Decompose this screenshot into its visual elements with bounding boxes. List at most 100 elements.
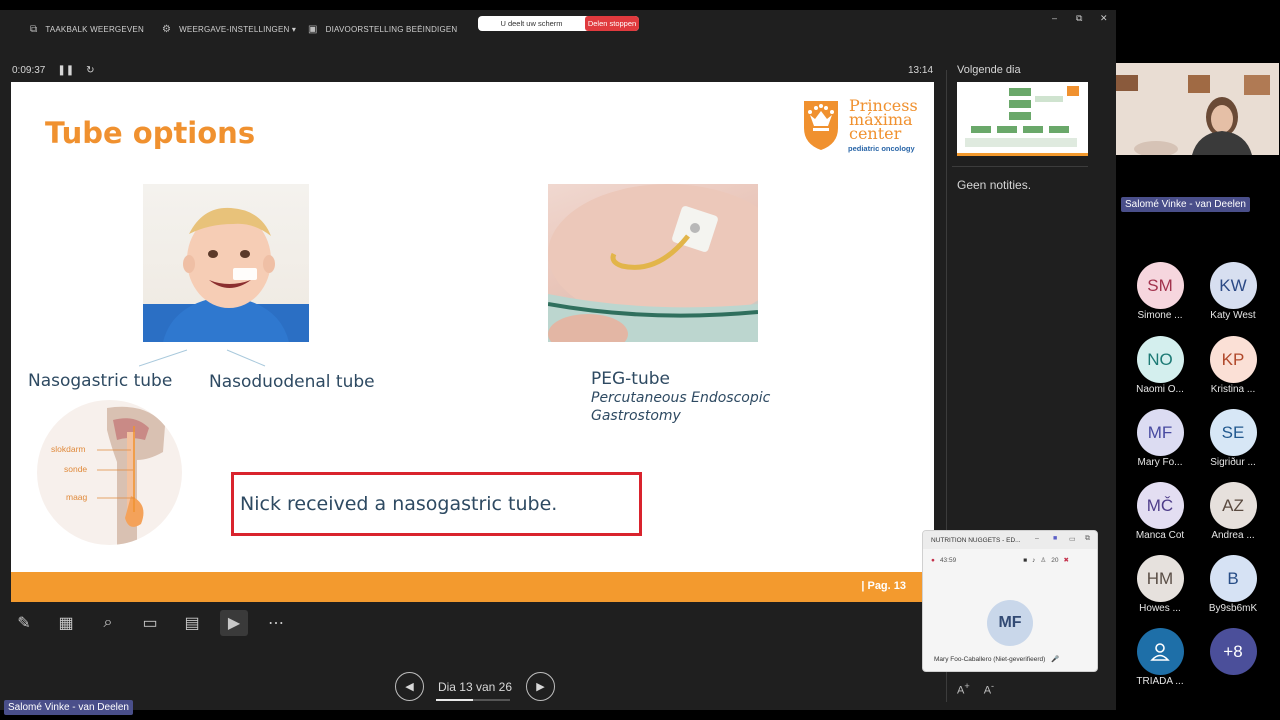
sharing-text: U deelt uw scherm [500, 19, 563, 28]
slide-page-number: | Pag. 13 [861, 580, 906, 592]
speaker-avatar: MF [987, 600, 1033, 646]
presenter-name-tag: Salomé Vinke - van Deelen [4, 700, 133, 715]
participant-tile[interactable]: KP Kristina ... [1198, 336, 1268, 395]
camera-toggle-icon[interactable]: ■ [1023, 557, 1027, 564]
popup-view-icon[interactable]: ■ [1053, 535, 1057, 542]
peg-tube-photo [548, 184, 758, 342]
meeting-controls: ● 43:59 ■ ♪ ♙ 20 ✖ [923, 549, 1097, 571]
popup-minimize-icon[interactable]: – [1035, 535, 1039, 542]
nasoduodenal-label: Nasoduodenal tube [209, 372, 375, 392]
next-slide-button[interactable]: ▶ [526, 672, 555, 701]
participant-tile[interactable]: B By9sb6mK [1198, 555, 1268, 614]
popup-layout-icon[interactable]: ▭ [1069, 535, 1076, 543]
stop-sharing-button[interactable]: Delen stoppen [585, 16, 639, 31]
presenter-video[interactable] [1116, 63, 1279, 155]
pause-icon[interactable]: ❚❚ [57, 65, 74, 76]
more-options-icon[interactable]: ⋯ [262, 610, 290, 636]
nasogastric-label: Nasogastric tube [28, 371, 173, 391]
slide-footer-bar: | Pag. 13 [11, 572, 934, 602]
participant-name: Mary Fo... [1137, 457, 1183, 468]
all-slides-icon[interactable]: ▦ [52, 610, 80, 636]
elapsed-time: 0:09:37 [12, 65, 46, 76]
participant-avatar: MF [1136, 409, 1184, 456]
participant-avatar: SM [1136, 262, 1184, 309]
participant-tile[interactable]: SE Sigriður ... [1198, 409, 1268, 468]
participant-name: TRIADA ... [1136, 676, 1184, 687]
next-slide-thumbnail[interactable] [957, 82, 1088, 156]
participant-name: Howes ... [1139, 603, 1181, 614]
taskbar-button[interactable]: ⧉ TAAKBALK WEERGEVEN [30, 24, 144, 35]
subtitles-icon[interactable]: ▤ [178, 610, 206, 636]
participant-tile[interactable]: HM Howes ... [1125, 555, 1195, 614]
video-name-tag: Salomé Vinke - van Deelen [1121, 197, 1250, 212]
participant-avatar: KW [1209, 262, 1257, 309]
display-settings-button[interactable]: ⚙ WEERGAVE-INSTELLINGEN ▾ [162, 24, 296, 35]
restore-icon[interactable]: ⧉ [1076, 13, 1082, 24]
child-nasogastric-photo [143, 184, 309, 342]
presenter-toolbar: ⧉ TAAKBALK WEERGEVEN ⚙ WEERGAVE-INSTELLI… [0, 10, 1116, 48]
presenter-tools: ✎ ▦ ⌕ ▭ ▤ ▶ ⋯ [10, 610, 290, 636]
participant-name: Naomi O... [1136, 384, 1184, 395]
participant-name: Sigriður ... [1210, 457, 1256, 468]
popup-expand-icon[interactable]: ⧉ [1085, 535, 1090, 543]
notes-font-controls: A+ A- [957, 681, 994, 697]
current-slide: Tube options Princess máxima center pedi… [11, 82, 934, 602]
screen-share-indicator: U deelt uw scherm Delen stoppen [478, 16, 639, 31]
screen-annotate-icon[interactable]: ▭ [136, 610, 164, 636]
anatomy-label-esophagus: slokdarm [51, 444, 86, 454]
anatomy-label-tube: sonde [64, 464, 88, 474]
mic-muted-icon: 🎤 [1051, 656, 1060, 663]
reset-timer-icon[interactable]: ↻ [86, 65, 94, 76]
participant-name: Katy West [1210, 310, 1256, 321]
participant-tile[interactable]: SM Simone ... [1125, 262, 1195, 321]
close-icon[interactable]: ✕ [1100, 13, 1108, 24]
anatomy-diagram: slokdarm sonde maag [37, 400, 182, 545]
meeting-duration: 43:59 [939, 556, 957, 564]
participant-tile[interactable]: NO Naomi O... [1125, 336, 1195, 395]
microphone-icon[interactable]: ♪ [1032, 557, 1035, 564]
participant-name: Kristina ... [1210, 384, 1256, 395]
logo-wordmark: Princess máxima center [849, 96, 918, 143]
participant-tile[interactable]: AZ Andrea ... [1198, 482, 1268, 541]
peg-tube-label: PEG-tube [591, 369, 670, 389]
leave-call-icon[interactable]: ✖ [1063, 556, 1068, 564]
participant-name: By9sb6mK [1208, 603, 1258, 614]
participant-name: Andrea ... [1211, 530, 1255, 541]
presenter-view: ⧉ TAAKBALK WEERGEVEN ⚙ WEERGAVE-INSTELLI… [0, 10, 1116, 710]
slide-counter: Dia 13 van 26 [436, 680, 514, 701]
peg-full-name: Percutaneous Endoscopic Gastrostomy [591, 390, 771, 424]
tube-connector-lines [139, 349, 266, 367]
slide-progress-fill [436, 698, 473, 701]
user-icon [1136, 628, 1184, 675]
participant-name: Manca Cot [1135, 530, 1185, 541]
callout-text: Nick received a nasogastric tube. [240, 493, 558, 515]
slideshow-timer: 0:09:37 ❚❚ ↻ [12, 65, 95, 76]
anatomy-label-stomach: maag [66, 492, 88, 502]
participant-avatar: +8 [1209, 628, 1257, 675]
participant-tile[interactable]: +8 [1198, 628, 1268, 675]
previous-slide-button[interactable]: ◀ [395, 672, 424, 701]
participant-tile[interactable]: KW Katy West [1198, 262, 1268, 321]
teams-meeting-popup[interactable]: NUTRITION NUGGETS - ED... – ■ ▭ ⧉ ● 43:5… [922, 530, 1098, 672]
end-slideshow-button[interactable]: ▣ DIAVOORSTELLING BEËINDIGEN [308, 24, 457, 35]
participant-avatar: AZ [1209, 482, 1257, 529]
increase-font-icon[interactable]: A+ [957, 681, 970, 697]
recording-icon: ● [931, 556, 935, 564]
participant-avatar: NO [1136, 336, 1184, 383]
participant-tile[interactable]: MF Mary Fo... [1125, 409, 1195, 468]
participants-icon[interactable]: ♙ [1040, 556, 1046, 564]
slide-title: Tube options [45, 116, 256, 150]
camera-icon[interactable]: ▶ [220, 610, 248, 636]
logo-subtitle: pediatric oncology [848, 144, 915, 153]
speaker-name: Mary Foo-Caballero (Niet-geverifieerd) 🎤 [934, 656, 1060, 663]
participant-tile[interactable]: TRIADA ... [1125, 628, 1195, 687]
participant-tile[interactable]: MČ Manca Cot [1125, 482, 1195, 541]
participant-avatar: B [1209, 555, 1257, 602]
taskbar-icon: ⧉ [30, 24, 38, 35]
callout-box: Nick received a nasogastric tube. [231, 472, 642, 536]
zoom-icon[interactable]: ⌕ [94, 610, 122, 636]
participant-count: 20 [1051, 556, 1059, 564]
pen-icon[interactable]: ✎ [10, 610, 38, 636]
decrease-font-icon[interactable]: A- [984, 681, 994, 697]
minimize-icon[interactable]: – [1052, 13, 1057, 23]
